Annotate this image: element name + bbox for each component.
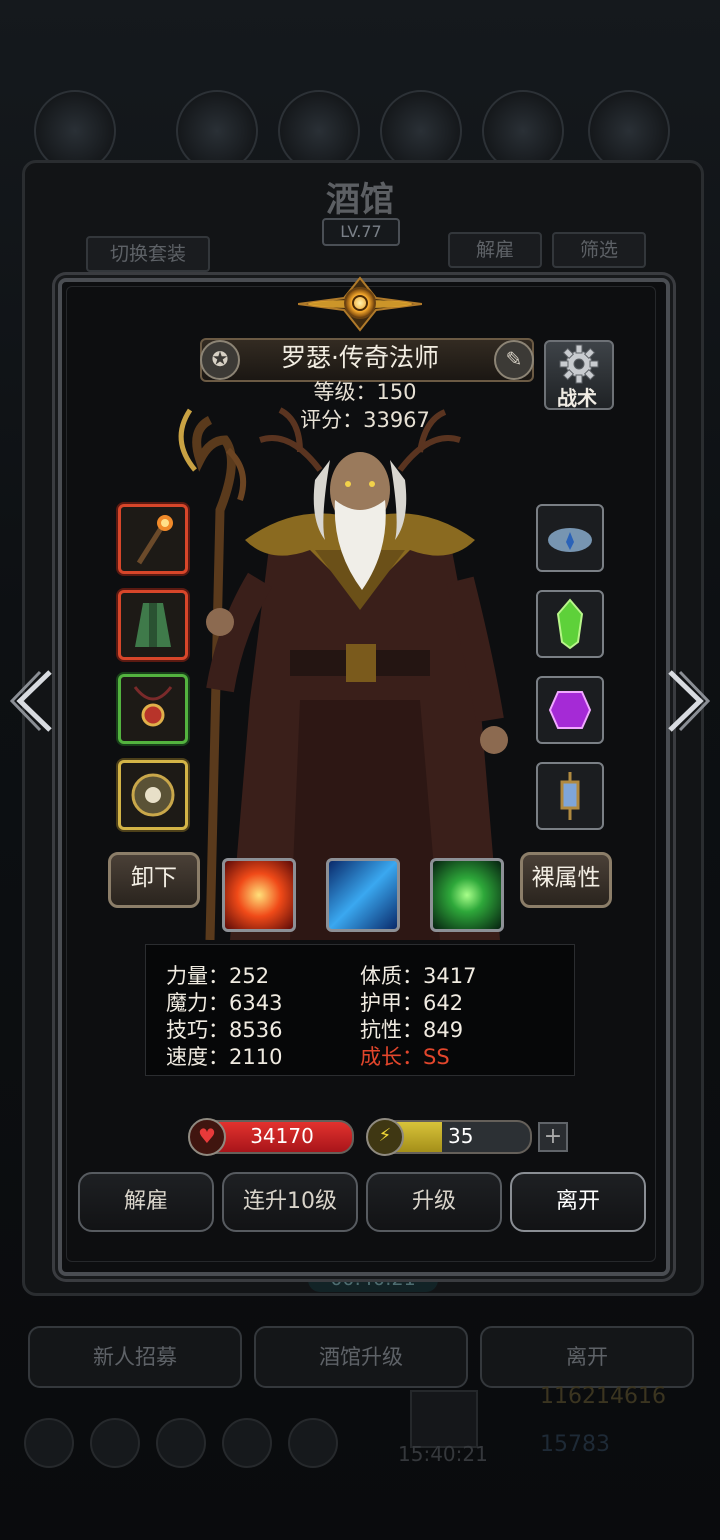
green-gem-icon — [556, 598, 584, 650]
leave-button[interactable]: 离开 — [510, 1172, 646, 1232]
crown-icon — [548, 528, 592, 552]
stat-armor: 护甲：642 — [360, 991, 464, 1015]
level-up-10-button[interactable]: 连升10级 — [222, 1172, 358, 1232]
bg-clock: 15:40:21 — [398, 1442, 488, 1466]
staff-icon — [136, 515, 173, 565]
skill-nature[interactable] — [430, 858, 504, 932]
level-up-button[interactable]: 升级 — [366, 1172, 502, 1232]
bg-menu-icon — [24, 1418, 74, 1468]
bg-menu-icon — [222, 1418, 272, 1468]
slot-weapon[interactable] — [118, 504, 188, 574]
amulet-icon — [133, 686, 173, 727]
bg-level-badge: LV.77 — [322, 218, 400, 246]
slot-ring[interactable] — [118, 760, 188, 830]
bg-filter-button: 筛选 — [552, 232, 646, 268]
hero-name: 罗瑟·传奇法师 — [281, 343, 439, 372]
bg-menu-icon — [156, 1418, 206, 1468]
skill-ice[interactable] — [326, 858, 400, 932]
stat-constitution: 体质：3417 — [360, 964, 477, 988]
slot-amulet[interactable] — [118, 674, 188, 744]
energy-value: 35 — [448, 1124, 474, 1148]
purple-gem-icon — [548, 691, 592, 729]
stat-strength: 力量：252 — [166, 964, 270, 988]
prev-hero-arrow-icon[interactable] — [10, 668, 58, 734]
dismiss-button[interactable]: 解雇 — [78, 1172, 214, 1232]
bg-leave-button: 离开 — [480, 1326, 694, 1388]
bg-switch-outfit-button: 切换套装 — [86, 236, 210, 272]
add-energy-button[interactable]: + — [538, 1122, 568, 1152]
stat-speed: 速度：2110 — [166, 1045, 283, 1069]
slot-gem-1[interactable] — [536, 590, 604, 658]
bg-upgrade-tavern-button: 酒馆升级 — [254, 1326, 468, 1388]
skill-fire[interactable] — [222, 858, 296, 932]
rename-edit-icon[interactable]: ✎ — [494, 340, 534, 380]
bg-title: 酒馆 — [326, 180, 394, 220]
slot-gem-2[interactable] — [536, 676, 604, 744]
slot-armor[interactable] — [118, 590, 188, 660]
stat-growth: 成长：SS — [360, 1045, 450, 1069]
bg-gem-count: 15783 — [540, 1432, 610, 1457]
lightning-icon: ⚡ — [366, 1118, 404, 1156]
robe-icon — [135, 603, 171, 647]
stat-magic: 魔力：6343 — [166, 991, 283, 1015]
bg-menu-icon — [288, 1418, 338, 1468]
medallion-icon — [131, 773, 175, 817]
hp-value: 34170 — [250, 1124, 314, 1148]
bg-recruit-button: 新人招募 — [28, 1326, 242, 1388]
slot-trinket[interactable] — [536, 762, 604, 830]
sun-emblem-icon — [298, 276, 422, 332]
bg-gold-count: 116214616 — [540, 1384, 666, 1409]
bg-menu-icon — [90, 1418, 140, 1468]
naked-stats-button[interactable]: 裸属性 — [520, 852, 612, 908]
bg-dismiss-button: 解雇 — [448, 232, 542, 268]
stat-resistance: 抗性：849 — [360, 1018, 464, 1042]
unequip-button[interactable]: 卸下 — [108, 852, 200, 908]
next-hero-arrow-icon[interactable] — [662, 668, 710, 734]
bg-chest-icon — [410, 1390, 478, 1448]
lantern-icon — [560, 772, 580, 820]
hero-info-icon[interactable]: ✪ — [200, 340, 240, 380]
stat-skill: 技巧：8536 — [166, 1018, 283, 1042]
heart-icon: ♥ — [188, 1118, 226, 1156]
slot-helmet[interactable] — [536, 504, 604, 572]
